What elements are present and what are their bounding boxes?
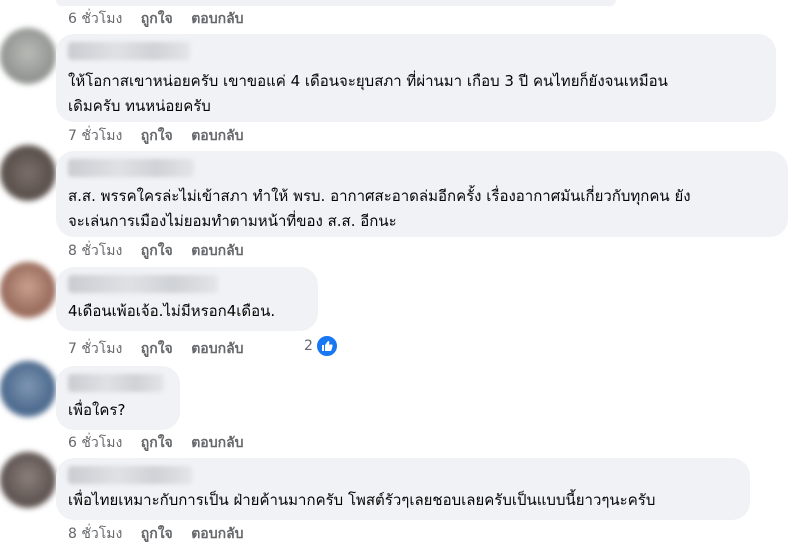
like-link[interactable]: ถูกใจ [141,526,173,542]
comment-actions: 6 ชั่วโมง ถูกใจ ตอบกลับ [68,432,258,454]
comment-text-line-1: ให้โอกาสเขาหน่อยครับ เขาขอแค่ 4 เดือนจะย… [68,72,668,90]
comment-bubble: ให้โอกาสเขาหน่อยครับ เขาขอแค่ 4 เดือนจะย… [56,34,776,122]
comment-text-line-1: 4เดือนเพ้อเจ้อ.ไม่มีหรอก4เดือน. [68,302,276,320]
avatar[interactable] [0,145,56,201]
like-link[interactable]: ถูกใจ [141,11,173,27]
like-reaction-icon[interactable] [315,334,339,358]
reply-link[interactable]: ตอบกลับ [191,243,243,259]
commenter-name[interactable] [68,159,194,177]
comment-actions: 7 ชั่วโมง ถูกใจ ตอบกลับ [68,125,258,147]
comment-bubble: เพื่อใคร? [56,366,180,430]
comment-actions: 8 ชั่วโมง ถูกใจ ตอบกลับ [68,523,258,545]
comment-time[interactable]: 8 ชั่วโมง [68,243,122,259]
comment-bubble: 4เดือนเพ้อเจ้อ.ไม่มีหรอก4เดือน. [56,267,318,331]
reaction-count[interactable]: 2 [304,338,313,354]
reply-link[interactable]: ตอบกลับ [191,128,243,144]
previous-comment-bubble [56,0,616,6]
reply-link[interactable]: ตอบกลับ [191,11,243,27]
reply-link[interactable]: ตอบกลับ [191,341,243,357]
comment-time[interactable]: 8 ชั่วโมง [68,526,122,542]
commenter-name[interactable] [68,42,190,60]
like-link[interactable]: ถูกใจ [141,435,173,451]
comment-time[interactable]: 6 ชั่วโมง [68,435,122,451]
avatar[interactable] [0,361,56,417]
commenter-name[interactable] [68,466,192,484]
comment-text-line-1: เพื่อไทยเหมาะกับการเป็น ฝ่ายค้านมากครับ … [68,491,656,509]
comment-text-line-2: เดิมครับ ทนหน่อยครับ [68,97,211,115]
comment-text-line-1: ส.ส. พรรคใครล่ะไม่เข้าสภา ทำให้ พรบ. อาก… [68,187,691,205]
avatar[interactable] [0,452,56,508]
comment-text-line-1: เพื่อใคร? [68,401,126,419]
commenter-name[interactable] [68,275,218,293]
comment-actions: 8 ชั่วโมง ถูกใจ ตอบกลับ [68,240,258,262]
comment-time[interactable]: 7 ชั่วโมง [68,128,122,144]
comment-time[interactable]: 6 ชั่วโมง [68,11,122,27]
avatar[interactable] [0,28,56,84]
like-link[interactable]: ถูกใจ [141,128,173,144]
reply-link[interactable]: ตอบกลับ [191,526,243,542]
previous-comment-actions: 6 ชั่วโมง ถูกใจ ตอบกลับ [68,8,258,30]
reply-link[interactable]: ตอบกลับ [191,435,243,451]
comment-text-line-2: จะเล่นการเมืองไม่ยอมทำตามหน้าที่ของ ส.ส.… [68,212,397,230]
comment-bubble: เพื่อไทยเหมาะกับการเป็น ฝ่ายค้านมากครับ … [56,458,750,520]
comment-time[interactable]: 7 ชั่วโมง [68,341,122,357]
commenter-name[interactable] [68,374,164,392]
like-link[interactable]: ถูกใจ [141,341,173,357]
avatar[interactable] [0,262,56,318]
comment-actions: 7 ชั่วโมง ถูกใจ ตอบกลับ [68,338,258,360]
like-link[interactable]: ถูกใจ [141,243,173,259]
comment-bubble: ส.ส. พรรคใครล่ะไม่เข้าสภา ทำให้ พรบ. อาก… [56,151,788,237]
